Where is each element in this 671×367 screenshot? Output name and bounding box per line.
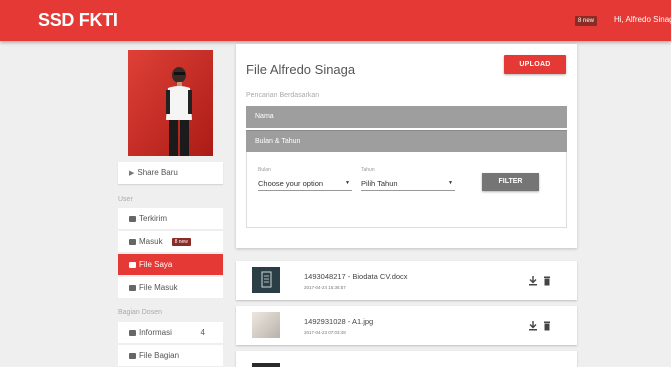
sidebar-item-label: File Saya [139, 260, 173, 269]
sidebar-item-file-bagian[interactable]: File Bagian [118, 345, 223, 367]
file-row[interactable]: 1493048217 - Biodata CV.docx 2017-04-24 … [236, 261, 577, 300]
top-navbar: SSD FKTI 8 new Hi, Alfredo Sinaga [0, 0, 671, 41]
upload-button[interactable]: UPLOAD [504, 55, 566, 74]
accordion-bulan-tahun[interactable]: Bulan & Tahun [246, 130, 567, 152]
delete-icon[interactable] [542, 318, 552, 331]
inbox-icon [129, 239, 136, 245]
inbox-icon [129, 216, 136, 222]
sidebar-item-file-saya[interactable]: File Saya [118, 254, 223, 276]
informasi-count: 4 [200, 328, 205, 337]
file-card: File Alfredo Sinaga UPLOAD Pencarian Ber… [236, 44, 577, 248]
page-title: File Alfredo Sinaga [246, 62, 356, 77]
notification-badge[interactable]: 8 new [575, 16, 598, 26]
delete-icon[interactable] [542, 273, 552, 286]
section-user-heading: User [118, 196, 133, 203]
bulan-value: Choose your option [258, 179, 324, 188]
files-icon [129, 285, 136, 291]
section-dosen-heading: Bagian Dosen [118, 309, 162, 316]
download-icon[interactable] [528, 318, 538, 331]
image-thumbnail [252, 312, 280, 338]
send-icon: ▶ [129, 170, 135, 177]
sidebar-item-label: Informasi [139, 328, 172, 337]
accordion-nama[interactable]: Nama [246, 106, 567, 128]
sidebar-item-label: File Bagian [139, 351, 180, 360]
new-count-badge: 8 new [171, 238, 191, 246]
file-date: 2017-04-23 07:03:48 [304, 330, 346, 335]
file-name[interactable]: 1492931028 - A1.jpg [304, 317, 373, 326]
bulan-select[interactable]: Choose your option ▼ [258, 177, 352, 191]
document-icon [252, 267, 280, 293]
file-name[interactable]: 1493048217 - Biodata CV.docx [304, 272, 408, 281]
tahun-value: Pilih Tahun [361, 179, 398, 188]
share-baru-button[interactable]: ▶ Share Baru [118, 162, 223, 184]
sidebar-item-label: File Masuk [139, 283, 178, 292]
app-brand[interactable]: SSD FKTI [38, 10, 118, 31]
tahun-select[interactable]: Pilih Tahun ▼ [361, 177, 455, 191]
sidebar-item-file-masuk[interactable]: File Masuk [118, 277, 223, 299]
files-icon [129, 353, 136, 359]
sidebar-item-label: Masuk [139, 237, 163, 246]
search-criteria-label: Pencarian Berdasarkan [246, 92, 320, 99]
file-row[interactable] [236, 351, 577, 367]
sidebar-item-label: Terkirim [139, 214, 167, 223]
tahun-label: Tahun [361, 167, 375, 173]
files-icon [129, 262, 136, 268]
inbox-icon [129, 330, 136, 336]
profile-photo [128, 50, 213, 156]
share-baru-label: Share Baru [137, 168, 178, 177]
filter-button[interactable]: FILTER [482, 173, 539, 191]
sidebar-item-terkirim[interactable]: Terkirim [118, 208, 223, 230]
caret-down-icon: ▼ [345, 180, 350, 186]
caret-down-icon: ▼ [448, 180, 453, 186]
image-thumbnail [252, 363, 280, 367]
file-date: 2017-04-24 15:36:57 [304, 285, 346, 290]
download-icon[interactable] [528, 273, 538, 286]
filter-panel: Bulan Choose your option ▼ Tahun Pilih T… [246, 152, 567, 228]
sidebar-item-masuk[interactable]: Masuk 8 new [118, 231, 223, 253]
user-greeting[interactable]: Hi, Alfredo Sinaga [614, 15, 671, 24]
sidebar-item-informasi[interactable]: Informasi 4 [118, 322, 223, 344]
bulan-label: Bulan [258, 167, 271, 173]
file-row[interactable]: 1492931028 - A1.jpg 2017-04-23 07:03:48 [236, 306, 577, 345]
